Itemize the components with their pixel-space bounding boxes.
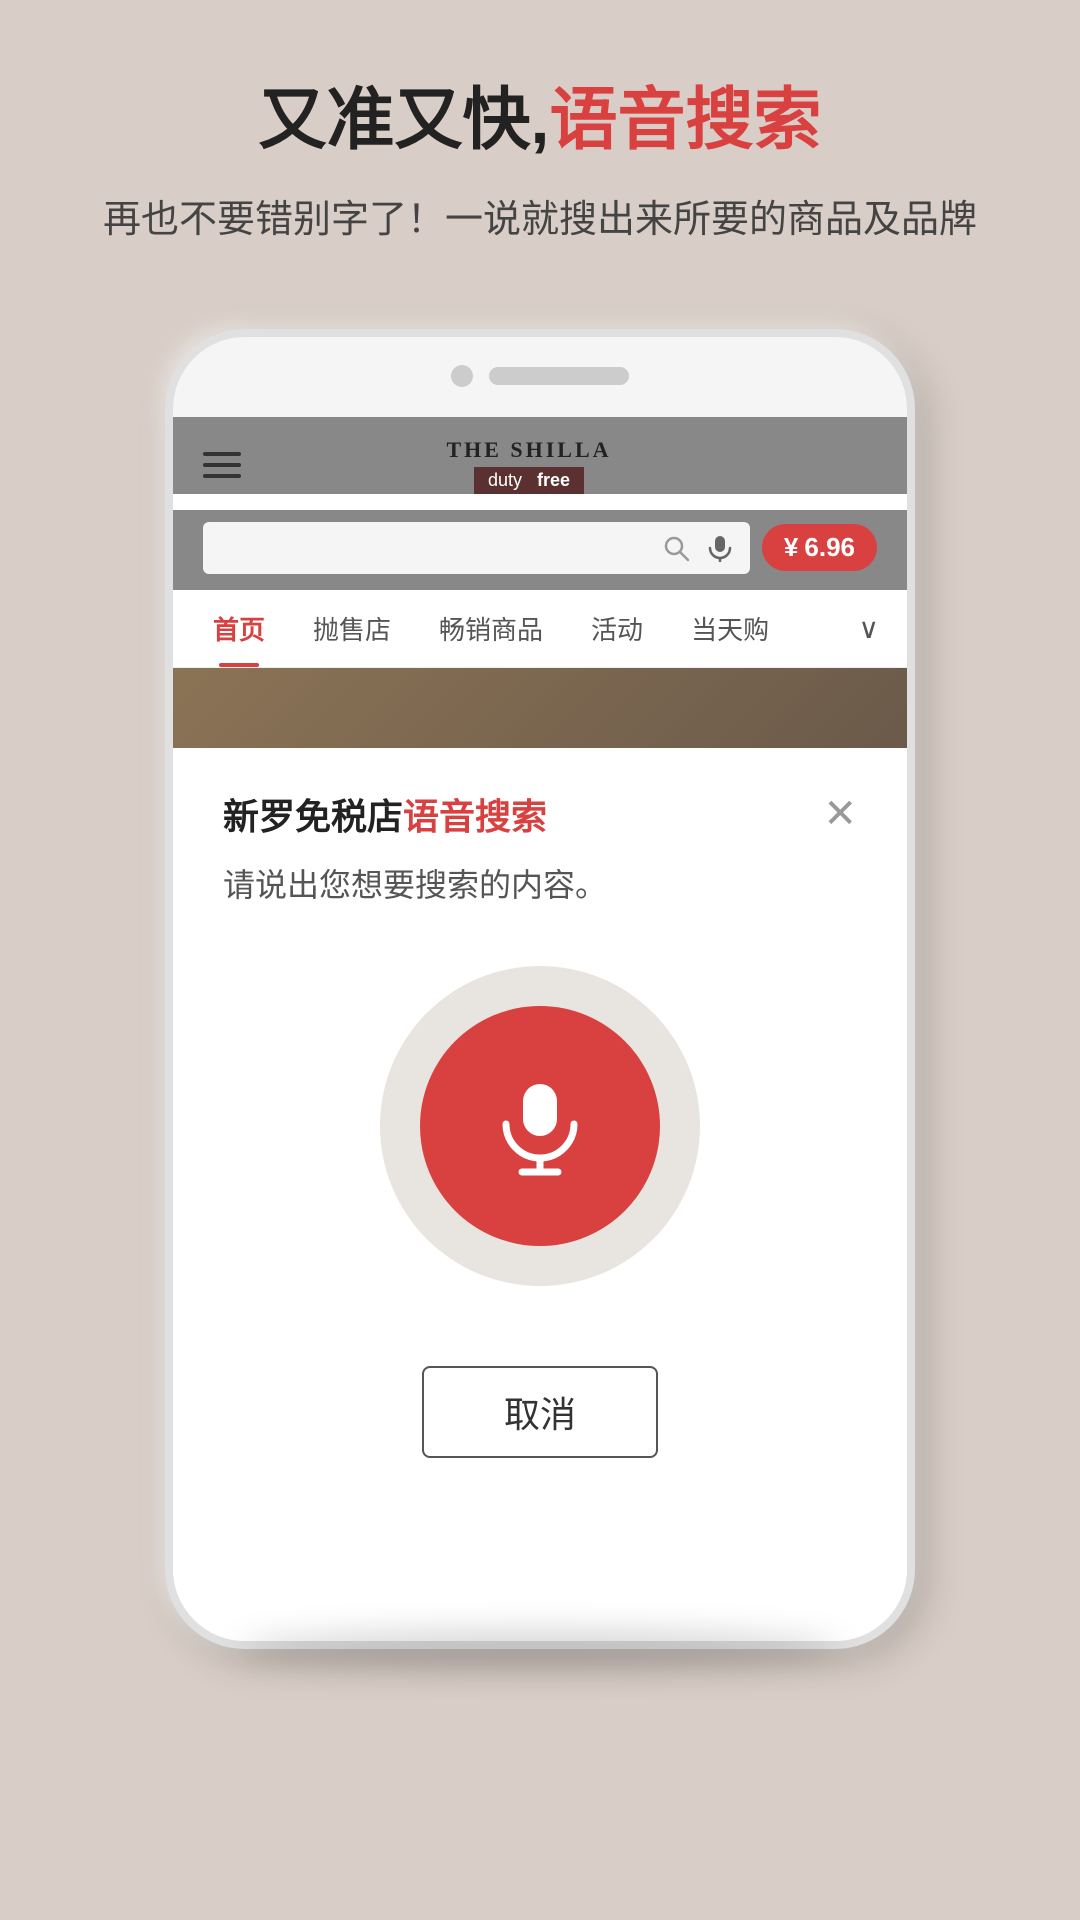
search-bar: ¥ 6.96 [173, 510, 907, 590]
hamburger-menu[interactable] [203, 452, 241, 478]
brand-tag: duty free [474, 467, 584, 494]
tab-events[interactable]: 活动 [567, 590, 667, 667]
phone-shell: THE SHILLA duty free [165, 329, 915, 1649]
main-title: 又准又快,语音搜索 [60, 80, 1020, 162]
search-icon [662, 534, 690, 562]
phone-speaker [489, 367, 629, 385]
nav-tabs: 首页 抛售店 畅销商品 活动 当天购 ∨ [173, 590, 907, 668]
voice-modal-title: 新罗免税店语音搜索 [223, 788, 547, 840]
balance-symbol: ¥ [784, 532, 798, 563]
voice-modal-title-part2: 语音搜索 [403, 796, 547, 837]
brand-logo: THE SHILLA duty free [446, 437, 611, 494]
brand-name: THE SHILLA [446, 437, 611, 463]
balance-badge: ¥ 6.96 [762, 524, 877, 571]
voice-modal-title-part1: 新罗免税店 [223, 796, 403, 837]
phone-camera [451, 365, 473, 387]
mic-button[interactable] [420, 1006, 660, 1246]
subtitle: 再也不要错别字了！一说就搜出来所要的商品及品牌 [60, 192, 1020, 249]
voice-modal-header: 新罗免税店语音搜索 ✕ [173, 748, 907, 860]
title-part2: 语音搜索 [549, 82, 821, 158]
cancel-button-area: 取消 [173, 1346, 907, 1518]
phone-top-bar [451, 365, 629, 387]
phone-shadow [240, 1629, 840, 1669]
tab-outlet[interactable]: 抛售店 [289, 590, 415, 667]
search-input-area[interactable] [203, 522, 750, 574]
tab-bestseller[interactable]: 畅销商品 [415, 590, 567, 667]
app-header-top: THE SHILLA duty free [203, 437, 877, 494]
close-button[interactable]: ✕ [823, 794, 857, 834]
nav-more-icon[interactable]: ∨ [847, 592, 892, 665]
balance-value: 6.96 [804, 532, 855, 563]
tab-today[interactable]: 当天购 [667, 590, 793, 667]
app-background-area [173, 668, 907, 748]
voice-search-modal: 新罗免税店语音搜索 ✕ 请说出您想要搜索的内容。 [173, 748, 907, 1518]
app-content: THE SHILLA duty free [173, 417, 907, 1641]
title-part1: 又准又快, [259, 82, 550, 158]
mic-icon-large [490, 1076, 590, 1176]
brand-duty: duty [488, 470, 522, 490]
app-header: THE SHILLA duty free [173, 417, 907, 494]
brand-free: free [537, 470, 570, 490]
voice-modal-subtitle: 请说出您想要搜索的内容。 [173, 860, 907, 946]
cancel-button[interactable]: 取消 [422, 1366, 658, 1458]
phone-mockup: THE SHILLA duty free [165, 329, 915, 1649]
mic-icon-small[interactable] [706, 534, 734, 562]
mic-outer-circle [380, 966, 700, 1286]
tab-home[interactable]: 首页 [189, 590, 289, 667]
page-header: 又准又快,语音搜索 再也不要错别字了！一说就搜出来所要的商品及品牌 [0, 0, 1080, 289]
